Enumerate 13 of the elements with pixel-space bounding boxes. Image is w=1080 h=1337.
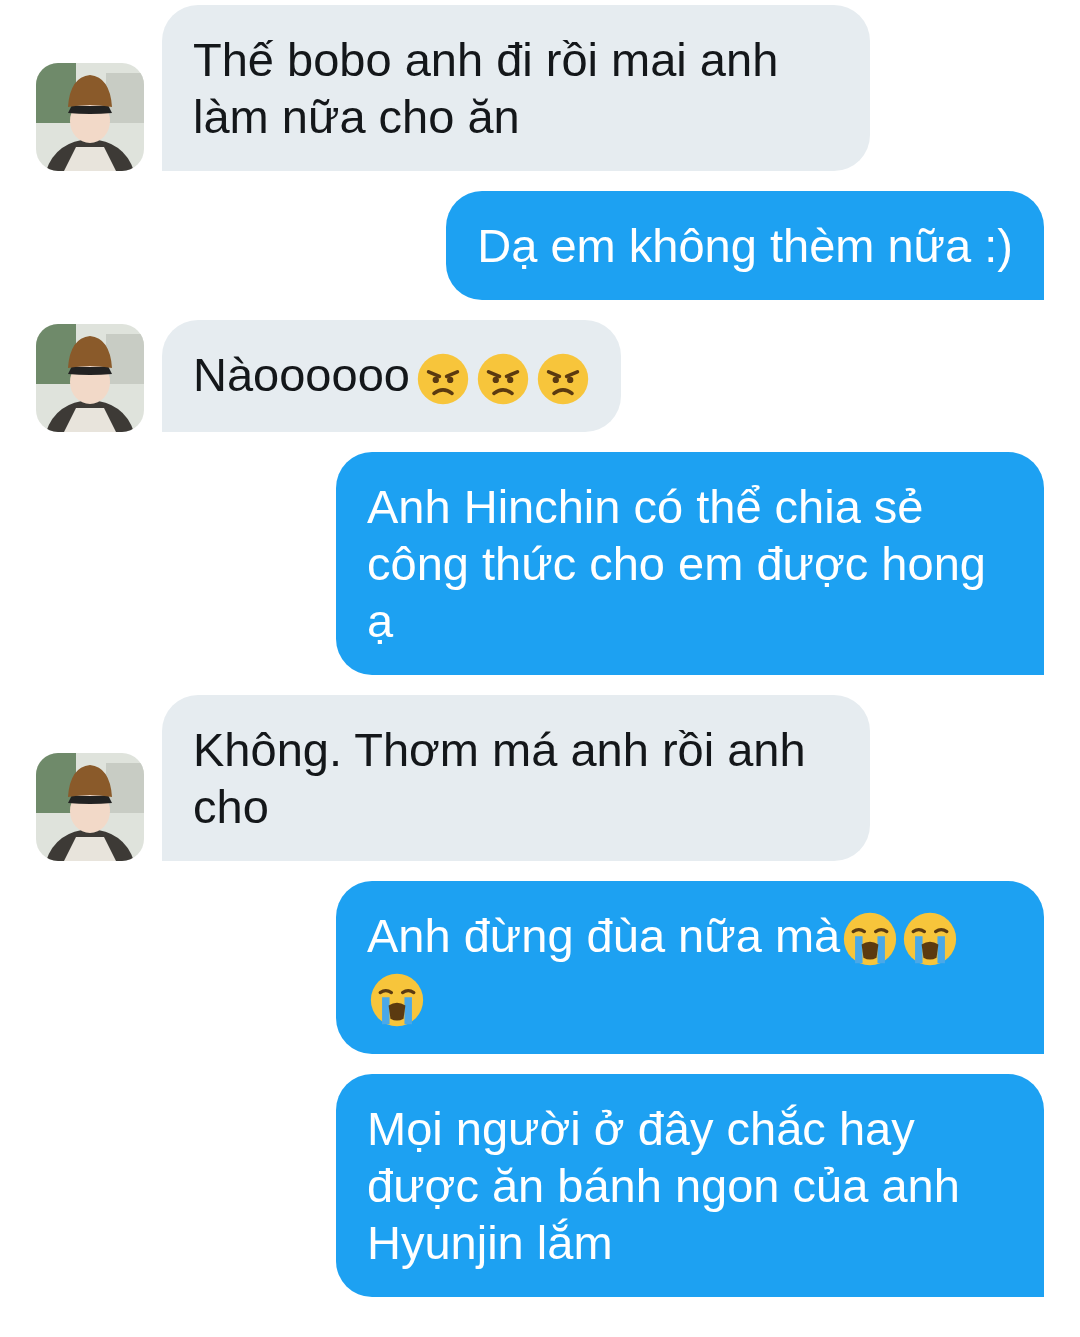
angry-face-icon [415,351,470,406]
message-text: Không. Thơm má anh rồi anh cho [193,722,806,833]
message-text: Dạ em không thèm nữa :) [477,219,1013,272]
message-text: Anh Hinchin có thể chia sẻ công thức cho em được hong ạ [367,479,986,647]
crying-face-icon [369,971,425,1028]
angry-face-icon [475,351,530,406]
crying-face-icon [842,911,899,968]
message-text: Nàoooooo [193,348,410,401]
message-text: Mọi người ở đây chắc hay được ăn bánh ngon của anh Hyunjin lắm [367,1101,960,1269]
message-text: Anh đừng đùa nữa mà [367,908,841,962]
message-text: Thế bobo anh đi rồi mai anh làm nữa cho ăn [193,33,779,143]
crying-face-icon [902,911,959,968]
angry-face-icon [535,351,590,406]
